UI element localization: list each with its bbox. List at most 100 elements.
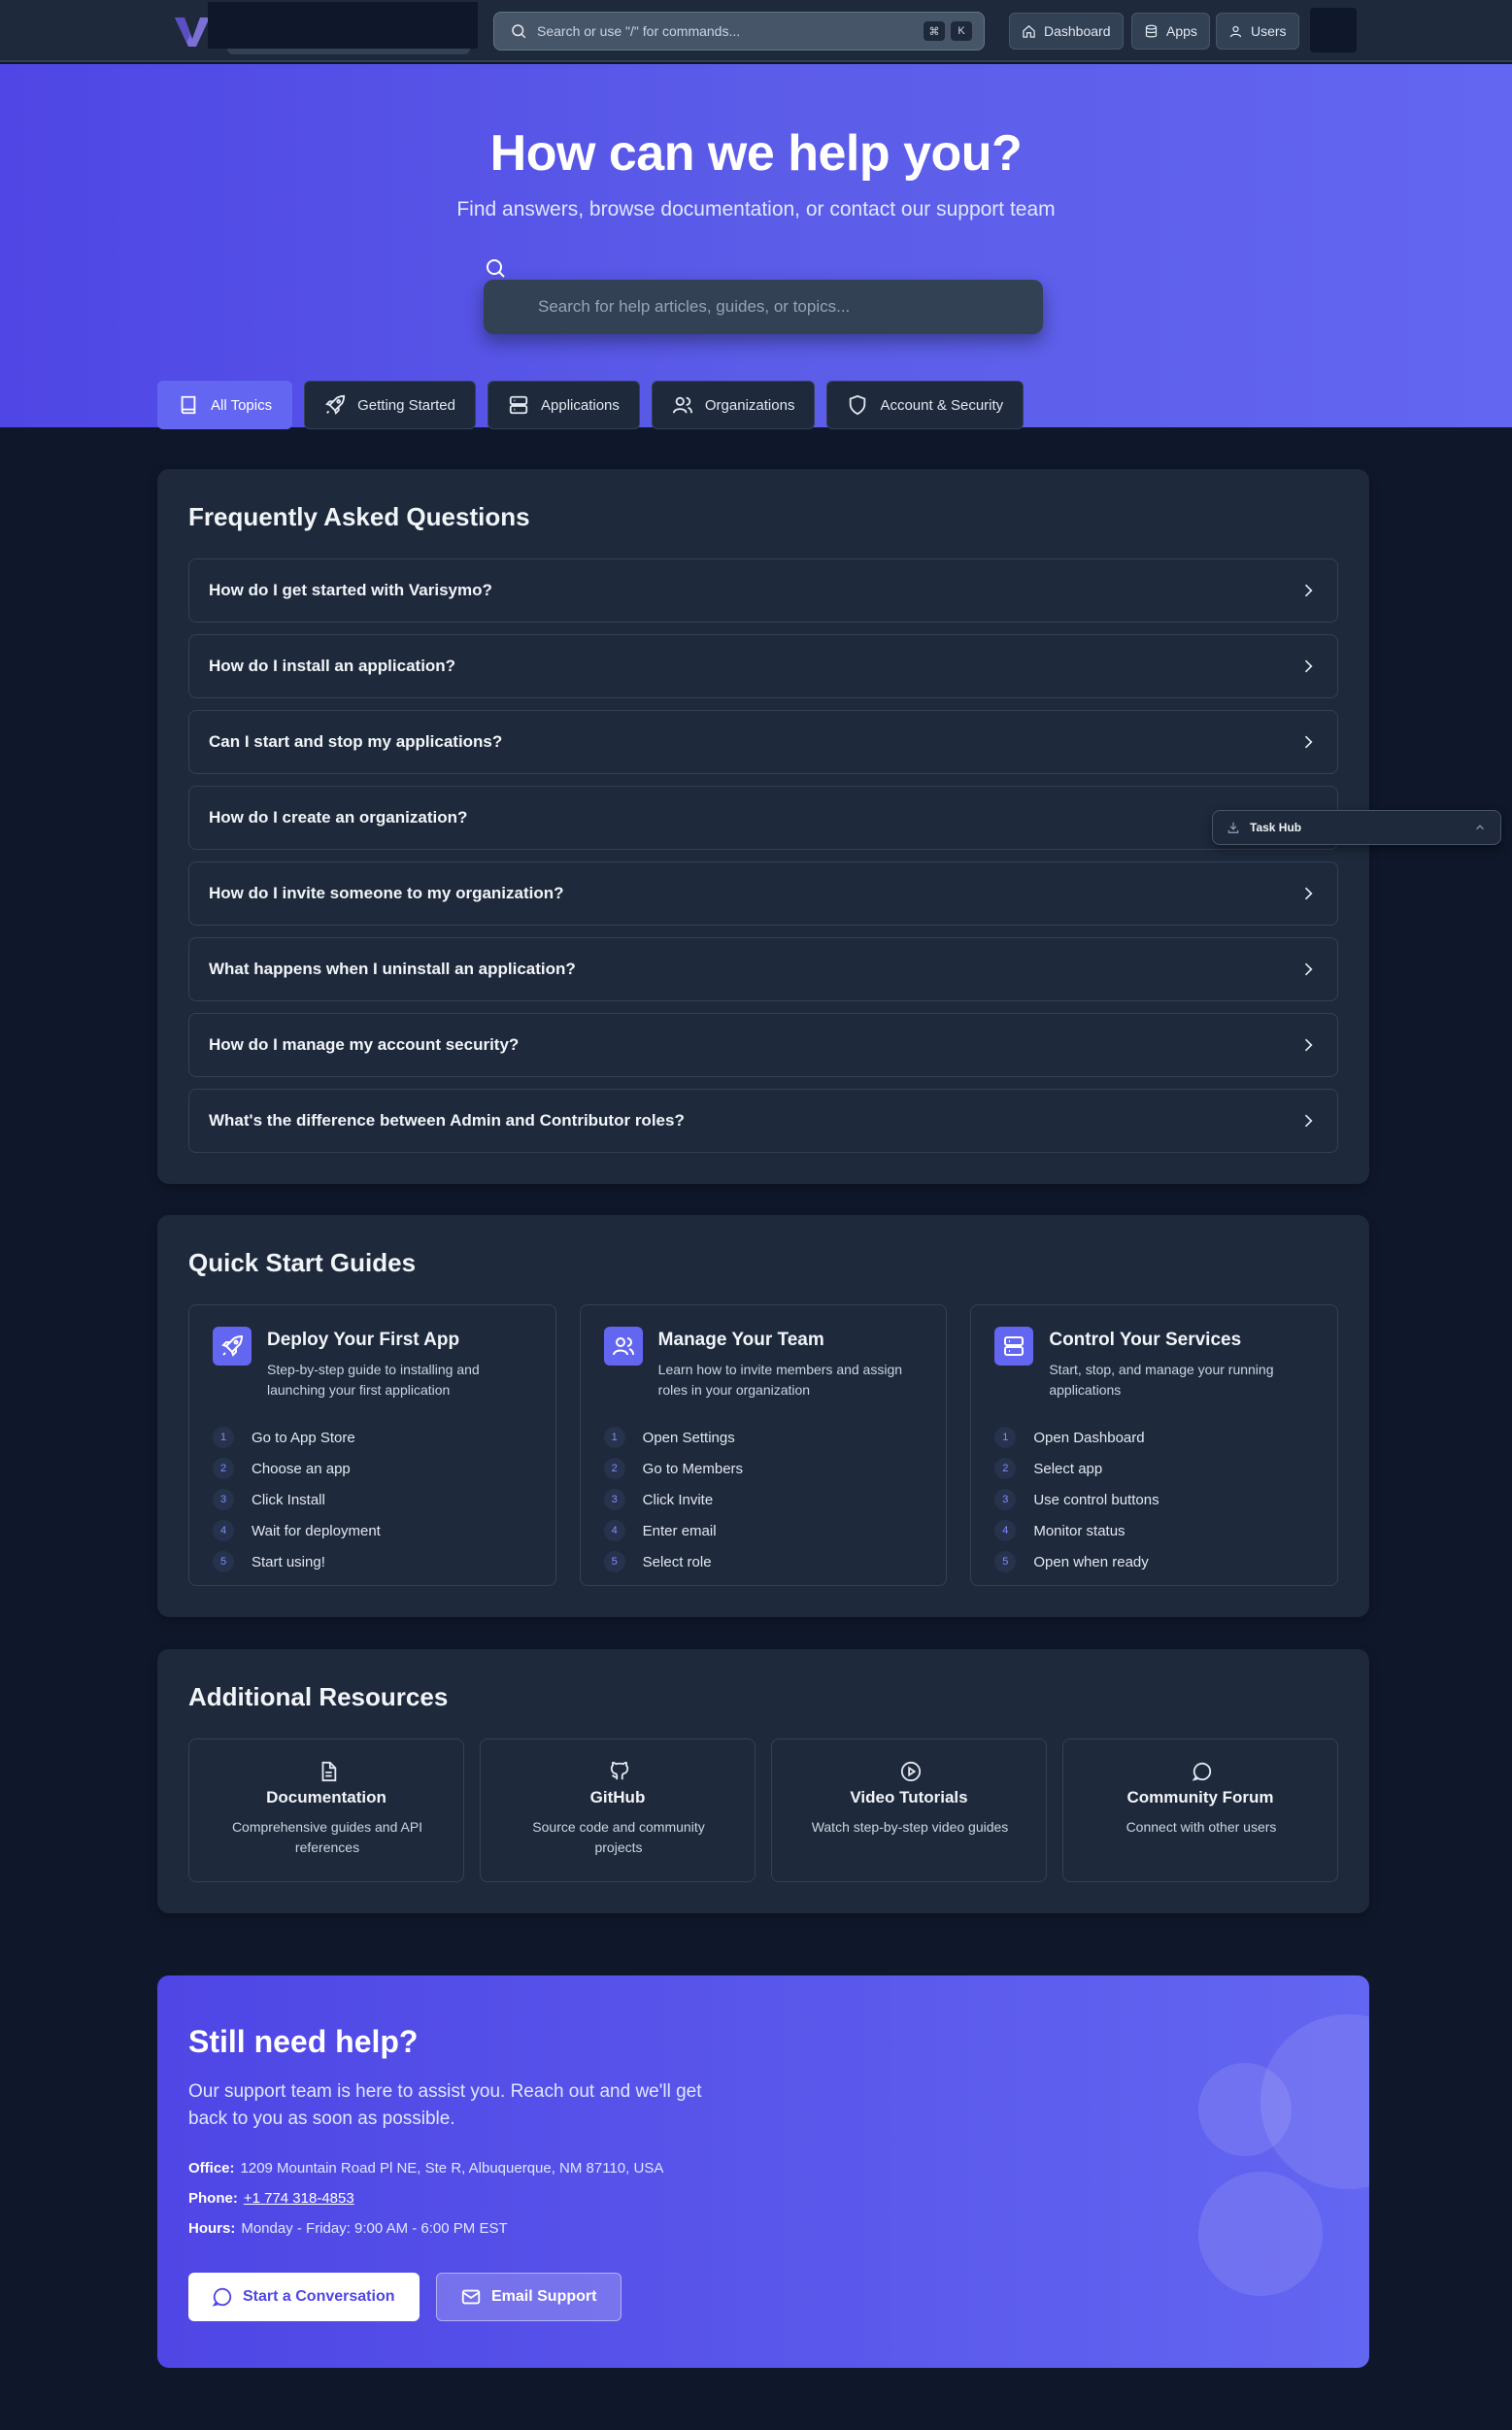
users-icon	[672, 396, 692, 414]
step-number: 2	[213, 1458, 234, 1479]
step-number: 4	[994, 1520, 1017, 1541]
guide-manage-team[interactable]: Manage Your Team Learn how to invite mem…	[579, 1304, 948, 1586]
nav-apps-button[interactable]: Apps	[1131, 13, 1210, 50]
chevron-right-icon	[1304, 659, 1313, 673]
nav-users-button[interactable]: Users	[1216, 13, 1299, 50]
phone-link[interactable]: +1 774 318-4853	[244, 2190, 354, 2207]
faq-item[interactable]: What happens when I uninstall an applica…	[188, 937, 1338, 1001]
nav-dashboard-button[interactable]: Dashboard	[1009, 13, 1124, 50]
step-label: Select role	[642, 1553, 712, 1570]
tab-applications[interactable]: Applications	[487, 381, 640, 429]
step-label: Click Install	[252, 1491, 325, 1508]
guide-title: Deploy Your First App	[267, 1330, 460, 1350]
faq-item[interactable]: How do I install an application?	[188, 634, 1338, 698]
start-conversation-button[interactable]: Start a Conversation	[188, 2273, 420, 2321]
quick-start-card: Quick Start Guides Deploy Your First App…	[157, 1215, 1369, 1617]
step-number: 1	[994, 1427, 1017, 1448]
faq-item[interactable]: Can I start and stop my applications?	[188, 710, 1338, 774]
tab-organizations[interactable]: Organizations	[651, 381, 816, 429]
database-icon	[1145, 24, 1158, 37]
chevron-right-icon	[1304, 1038, 1313, 1052]
resource-documentation[interactable]: Documentation Comprehensive guides and A…	[188, 1738, 464, 1882]
tab-all-topics[interactable]: All Topics	[157, 381, 293, 429]
resource-description: Comprehensive guides and API references	[231, 1819, 423, 1855]
play-circle-icon	[900, 1761, 922, 1782]
help-title: Still need help?	[188, 2024, 419, 2059]
tab-label: All Topics	[211, 396, 273, 414]
email-support-button[interactable]: Email Support	[436, 2273, 622, 2321]
help-lead: Our support team is here to assist you. …	[188, 2081, 702, 2129]
step-label: Click Invite	[642, 1491, 714, 1508]
top-navigation-bar: Search or use "/" for commands... ⌘ K Da…	[0, 0, 1512, 62]
faq-item[interactable]: How do I invite someone to my organizati…	[188, 861, 1338, 926]
workspace-switcher[interactable]	[208, 2, 478, 49]
step-number: 5	[213, 1551, 234, 1572]
step-label: Choose an app	[252, 1460, 351, 1477]
contact-support-panel: Still need help? Our support team is her…	[157, 1975, 1369, 2368]
guide-step: 4 Wait for deployment	[213, 1515, 381, 1546]
faq-item[interactable]: What's the difference between Admin and …	[188, 1089, 1338, 1153]
github-icon	[610, 1761, 629, 1780]
mail-icon	[461, 2289, 481, 2305]
step-label: Select app	[1033, 1460, 1103, 1477]
users-icon	[612, 1337, 634, 1356]
guide-icon-badge	[603, 1327, 643, 1366]
task-hub-widget[interactable]: Task Hub	[1212, 810, 1501, 845]
chevron-right-icon	[1304, 1114, 1313, 1128]
step-number: 4	[603, 1520, 625, 1541]
command-search[interactable]: Search or use "/" for commands... ⌘ K	[493, 12, 985, 51]
page-subtitle: Find answers, browse documentation, or c…	[456, 198, 1056, 220]
step-number: 1	[603, 1427, 625, 1448]
hours-info: Hours: Monday - Friday: 9:00 AM - 6:00 PM…	[188, 2220, 508, 2237]
help-search-input[interactable]: Search for help articles, guides, or top…	[484, 280, 1043, 334]
hero-section: How can we help you? Find answers, brows…	[0, 64, 1512, 427]
decorative-circle	[1198, 2063, 1292, 2156]
guide-step: 3 Use control buttons	[994, 1484, 1159, 1515]
faq-card: Frequently Asked Questions How do I get …	[157, 469, 1369, 1184]
hours-value: Monday - Friday: 9:00 AM - 6:00 PM EST	[241, 2220, 508, 2237]
faq-item[interactable]: How do I get started with Varisymo?	[188, 558, 1338, 623]
guide-step: 1 Open Dashboard	[994, 1422, 1159, 1453]
chevron-right-icon	[1304, 887, 1313, 900]
tab-getting-started[interactable]: Getting Started	[304, 381, 476, 429]
faq-question: What happens when I uninstall an applica…	[209, 960, 576, 978]
faq-item[interactable]: How do I manage my account security?	[188, 1013, 1338, 1077]
faq-question: How do I manage my account security?	[209, 1035, 520, 1054]
guide-step: 5 Open when ready	[994, 1546, 1159, 1577]
topic-tabs: All Topics Getting Started Applications …	[157, 381, 1025, 431]
resource-title: Video Tutorials	[850, 1788, 968, 1806]
resource-github[interactable]: GitHub Source code and community project…	[480, 1738, 756, 1882]
guide-steps: 1 Open Dashboard 2 Select app 3 Use control…	[994, 1422, 1159, 1577]
guide-icon-badge	[994, 1327, 1034, 1366]
file-text-icon	[321, 1761, 337, 1782]
faq-item[interactable]: How do I create an organization?	[188, 786, 1338, 850]
resource-community-forum[interactable]: Community Forum Connect with other users	[1062, 1738, 1338, 1882]
step-number: 3	[603, 1489, 625, 1510]
guide-step: 3 Click Install	[213, 1484, 381, 1515]
guide-control-services[interactable]: Control Your Services Start, stop, and m…	[970, 1304, 1339, 1586]
resource-video-tutorials[interactable]: Video Tutorials Watch step-by-step video…	[771, 1738, 1047, 1882]
tab-label: Getting Started	[357, 396, 455, 414]
resource-title: GitHub	[589, 1788, 646, 1806]
task-hub-label: Task Hub	[1250, 821, 1302, 834]
faq-question: How do I create an organization?	[209, 808, 468, 827]
nav-apps-label: Apps	[1166, 23, 1197, 39]
resources-title: Additional Resources	[188, 1682, 449, 1711]
step-number: 4	[213, 1520, 234, 1541]
varisymo-logo[interactable]	[173, 14, 212, 49]
shortcut-key-cmd: ⌘	[924, 21, 945, 41]
chat-bubble-icon	[212, 2287, 232, 2307]
email-support-label: Email Support	[491, 2288, 597, 2305]
guide-steps: 1 Open Settings 2 Go to Members 3 Click Inv…	[603, 1422, 743, 1577]
server-icon	[509, 395, 528, 415]
tab-account-security[interactable]: Account & Security	[826, 381, 1025, 429]
step-label: Monitor status	[1033, 1522, 1126, 1539]
guide-title: Control Your Services	[1049, 1330, 1242, 1350]
chevron-up-icon[interactable]	[1473, 821, 1487, 834]
command-search-placeholder: Search or use "/" for commands...	[537, 23, 741, 39]
guides-grid: Deploy Your First App Step-by-step guide…	[188, 1304, 1339, 1586]
avatar[interactable]	[1310, 8, 1357, 52]
guide-deploy-first-app[interactable]: Deploy Your First App Step-by-step guide…	[188, 1304, 556, 1586]
guide-steps: 1 Go to App Store 2 Choose an app 3 Click I…	[213, 1422, 381, 1577]
guide-step: 2 Choose an app	[213, 1453, 381, 1484]
